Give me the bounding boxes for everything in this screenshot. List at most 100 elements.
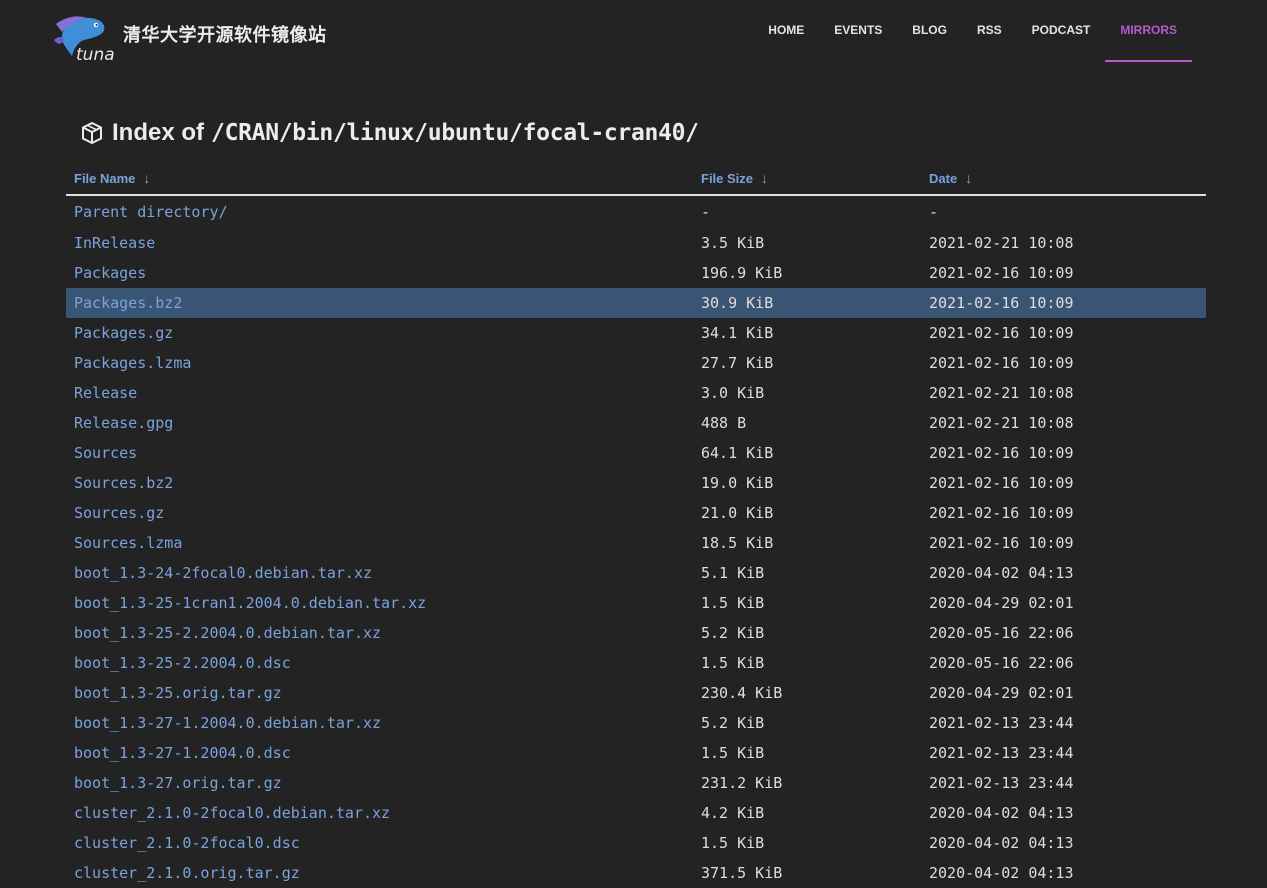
file-name-link[interactable]: InRelease (66, 228, 693, 258)
page-title: Index of /CRAN/bin/linux/ubuntu/focal-cr… (80, 119, 699, 147)
file-size: 34.1 KiB (701, 324, 774, 342)
column-header-date[interactable]: Date ↓ (921, 162, 1206, 196)
file-date: 2020-04-29 02:01 (929, 594, 1074, 612)
sort-arrow-icon: ↓ (143, 170, 151, 186)
table-row[interactable]: Release.gpg 488 B 2021-02-21 10:08 (66, 408, 1206, 438)
file-name-link[interactable]: cluster_2.1.0.orig.tar.gz (66, 858, 693, 888)
file-size: 1.5 KiB (701, 654, 765, 672)
table-row[interactable]: Packages.bz2 30.9 KiB 2021-02-16 10:09 (66, 288, 1206, 318)
nav-podcast[interactable]: PODCAST (1017, 0, 1106, 62)
file-name-link[interactable]: boot_1.3-27-1.2004.0.debian.tar.xz (66, 708, 693, 738)
table-row[interactable]: Packages.lzma 27.7 KiB 2021-02-16 10:09 (66, 348, 1206, 378)
nav-home[interactable]: HOME (753, 0, 819, 62)
file-date: 2021-02-13 23:44 (929, 774, 1074, 792)
file-name-link[interactable]: Sources (66, 438, 693, 468)
file-name-link[interactable]: Sources.gz (66, 498, 693, 528)
file-name-link[interactable]: Packages (66, 258, 693, 288)
file-name-link[interactable]: boot_1.3-27.orig.tar.gz (66, 768, 693, 798)
file-size: 5.2 KiB (701, 714, 765, 732)
tuna-logo[interactable]: tuna (52, 10, 118, 62)
file-size: 1.5 KiB (701, 744, 765, 762)
file-date: 2020-04-02 04:13 (929, 864, 1074, 882)
file-rows: Parent directory/- - InRelease 3.5 KiB 2021-… (66, 195, 1206, 888)
table-row[interactable]: boot_1.3-25-2.2004.0.debian.tar.xz 5.2 Ki… (66, 618, 1206, 648)
title-path: /CRAN/bin/linux/ubuntu/focal-cran40/ (211, 120, 699, 146)
file-date: 2020-04-02 04:13 (929, 804, 1074, 822)
file-name-link[interactable]: Release.gpg (66, 408, 693, 438)
file-name-link[interactable]: boot_1.3-25-2.2004.0.debian.tar.xz (66, 618, 693, 648)
site-header: tuna 清华大学开源软件镜像站 HOME EVENTS BLOG RSS PO… (0, 0, 1267, 100)
table-row[interactable]: boot_1.3-27-1.2004.0.dsc 1.5 KiB 2021-02-1… (66, 738, 1206, 768)
table-row[interactable]: Sources 64.1 KiB 2021-02-16 10:09 (66, 438, 1206, 468)
nav-blog[interactable]: BLOG (897, 0, 962, 62)
table-row[interactable]: cluster_2.1.0.orig.tar.gz 371.5 KiB 2020-0… (66, 858, 1206, 888)
file-date: 2021-02-16 10:09 (929, 444, 1074, 462)
table-row[interactable]: boot_1.3-25.orig.tar.gz 230.4 KiB 2020-04-… (66, 678, 1206, 708)
file-size: 1.5 KiB (701, 594, 765, 612)
file-name-link[interactable]: Packages.gz (66, 318, 693, 348)
file-name-link[interactable]: Parent directory/ (66, 195, 693, 228)
site-title[interactable]: 清华大学开源软件镜像站 (123, 21, 327, 47)
table-row[interactable]: Sources.gz 21.0 KiB 2021-02-16 10:09 (66, 498, 1206, 528)
table-row[interactable]: boot_1.3-27.orig.tar.gz 231.2 KiB 2021-02-… (66, 768, 1206, 798)
file-name-link[interactable]: boot_1.3-24-2focal0.debian.tar.xz (66, 558, 693, 588)
nav-rss[interactable]: RSS (962, 0, 1017, 62)
file-date: 2021-02-16 10:09 (929, 324, 1074, 342)
sort-arrow-icon: ↓ (965, 170, 973, 186)
file-table: File Name ↓ File Size ↓ Date ↓ Parent direc… (66, 162, 1206, 888)
table-row[interactable]: boot_1.3-25-2.2004.0.dsc 1.5 KiB 2020-05-1… (66, 648, 1206, 678)
title-prefix: Index of (112, 119, 205, 146)
file-name-link[interactable]: Packages.bz2 (66, 288, 693, 318)
file-date: 2020-05-16 22:06 (929, 654, 1074, 672)
table-row[interactable]: Sources.lzma 18.5 KiB 2021-02-16 10:09 (66, 528, 1206, 558)
file-name-link[interactable]: cluster_2.1.0-2focal0.dsc (66, 828, 693, 858)
table-row[interactable]: boot_1.3-25-1cran1.2004.0.debian.tar.xz 1… (66, 588, 1206, 618)
file-name-link[interactable]: boot_1.3-25.orig.tar.gz (66, 678, 693, 708)
file-name-link[interactable]: boot_1.3-25-2.2004.0.dsc (66, 648, 693, 678)
file-date: 2020-04-02 04:13 (929, 834, 1074, 852)
file-size: 3.5 KiB (701, 234, 765, 252)
file-name-link[interactable]: cluster_2.1.0-2focal0.debian.tar.xz (66, 798, 693, 828)
file-size: 231.2 KiB (701, 774, 783, 792)
file-date: 2021-02-13 23:44 (929, 744, 1074, 762)
table-header-row: File Name ↓ File Size ↓ Date ↓ (66, 162, 1206, 196)
table-row[interactable]: boot_1.3-24-2focal0.debian.tar.xz 5.1 KiB… (66, 558, 1206, 588)
file-date: 2020-04-02 04:13 (929, 564, 1074, 582)
file-size: 371.5 KiB (701, 864, 783, 882)
file-size: 3.0 KiB (701, 384, 765, 402)
table-row[interactable]: InRelease 3.5 KiB 2021-02-21 10:08 (66, 228, 1206, 258)
column-header-file-name[interactable]: File Name ↓ (66, 162, 693, 196)
file-name-link[interactable]: Release (66, 378, 693, 408)
table-row[interactable]: Parent directory/- - (66, 195, 1206, 228)
file-name-link[interactable]: boot_1.3-25-1cran1.2004.0.debian.tar.xz (66, 588, 693, 618)
table-row[interactable]: Sources.bz2 19.0 KiB 2021-02-16 10:09 (66, 468, 1206, 498)
file-date: 2021-02-21 10:08 (929, 384, 1074, 402)
nav-mirrors[interactable]: MIRRORS (1105, 0, 1192, 62)
file-date: 2021-02-16 10:09 (929, 354, 1074, 372)
package-box-icon (82, 122, 102, 144)
table-row[interactable]: boot_1.3-27-1.2004.0.debian.tar.xz 5.2 Ki… (66, 708, 1206, 738)
file-size: 27.7 KiB (701, 354, 774, 372)
file-size: 230.4 KiB (701, 684, 783, 702)
file-name-link[interactable]: Sources.lzma (66, 528, 693, 558)
file-date: 2021-02-16 10:09 (929, 264, 1074, 282)
file-size: 30.9 KiB (693, 288, 921, 318)
file-size: 5.1 KiB (701, 564, 765, 582)
table-row[interactable]: cluster_2.1.0-2focal0.dsc 1.5 KiB 2020-04-… (66, 828, 1206, 858)
file-size: 5.2 KiB (701, 624, 765, 642)
table-row[interactable]: Packages 196.9 KiB 2021-02-16 10:09 (66, 258, 1206, 288)
column-header-file-size[interactable]: File Size ↓ (693, 162, 921, 196)
file-date: 2021-02-16 10:09 (929, 534, 1074, 552)
main-nav: HOME EVENTS BLOG RSS PODCAST MIRRORS (753, 0, 1192, 62)
table-row[interactable]: Packages.gz 34.1 KiB 2021-02-16 10:09 (66, 318, 1206, 348)
file-name-link[interactable]: Packages.lzma (66, 348, 693, 378)
file-name-link[interactable]: Sources.bz2 (66, 468, 693, 498)
table-row[interactable]: Release 3.0 KiB 2021-02-21 10:08 (66, 378, 1206, 408)
nav-events[interactable]: EVENTS (819, 0, 897, 62)
file-date: - (929, 203, 939, 221)
table-row[interactable]: cluster_2.1.0-2focal0.debian.tar.xz 4.2 K… (66, 798, 1206, 828)
file-size: - (701, 203, 711, 221)
file-date: 2021-02-13 23:44 (929, 714, 1074, 732)
file-name-link[interactable]: boot_1.3-27-1.2004.0.dsc (66, 738, 693, 768)
file-size: 19.0 KiB (701, 474, 774, 492)
